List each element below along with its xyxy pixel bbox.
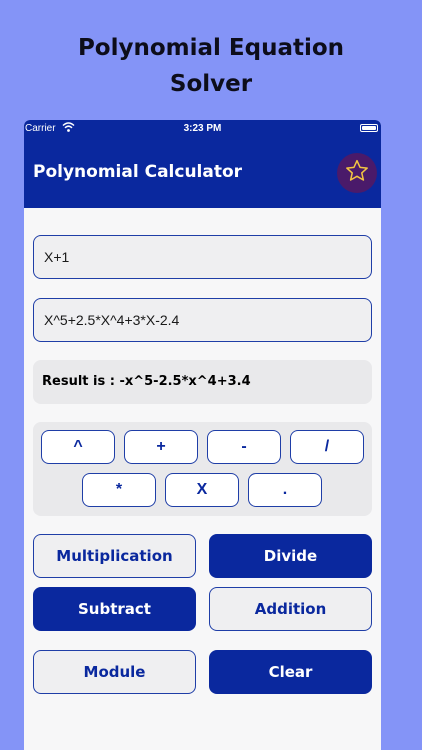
result-display: Result is : -x^5-2.5*x^4+3.4 (33, 360, 372, 404)
asterisk-key[interactable]: * (82, 473, 156, 507)
slash-key[interactable]: / (290, 430, 364, 464)
x-variable-key[interactable]: X (165, 473, 239, 507)
promo-line-1: Polynomial Equation (77, 35, 345, 61)
favorite-button[interactable] (337, 153, 377, 193)
promo-line-2: Solver (169, 71, 253, 97)
promo-headline: Polynomial Equation Solver (0, 30, 422, 102)
battery-icon (360, 124, 378, 132)
divide-button[interactable]: Divide (209, 534, 372, 578)
multiplication-button[interactable]: Multiplication (33, 534, 196, 578)
dot-key[interactable]: . (248, 473, 322, 507)
status-bar: Carrier 3:23 PM (24, 120, 381, 138)
module-button[interactable]: Module (33, 650, 196, 694)
first-polynomial-input[interactable]: X+1 (33, 235, 372, 279)
operator-keypad: ^ + - / * X . (33, 422, 372, 516)
status-time: 3:23 PM (183, 123, 222, 134)
minus-key[interactable]: - (207, 430, 281, 464)
addition-button[interactable]: Addition (209, 587, 372, 631)
clear-button[interactable]: Clear (209, 650, 372, 694)
plus-key[interactable]: + (124, 430, 198, 464)
app-bar: Polynomial Calculator (24, 138, 381, 208)
phone-screen: Carrier 3:23 PM Polynomial Calculator X+… (24, 120, 381, 750)
subtract-button[interactable]: Subtract (33, 587, 196, 631)
app-title: Polynomial Calculator (33, 162, 243, 182)
second-polynomial-input[interactable]: X^5+2.5*X^4+3*X-2.4 (33, 298, 372, 342)
power-key[interactable]: ^ (41, 430, 115, 464)
star-icon (344, 158, 370, 189)
